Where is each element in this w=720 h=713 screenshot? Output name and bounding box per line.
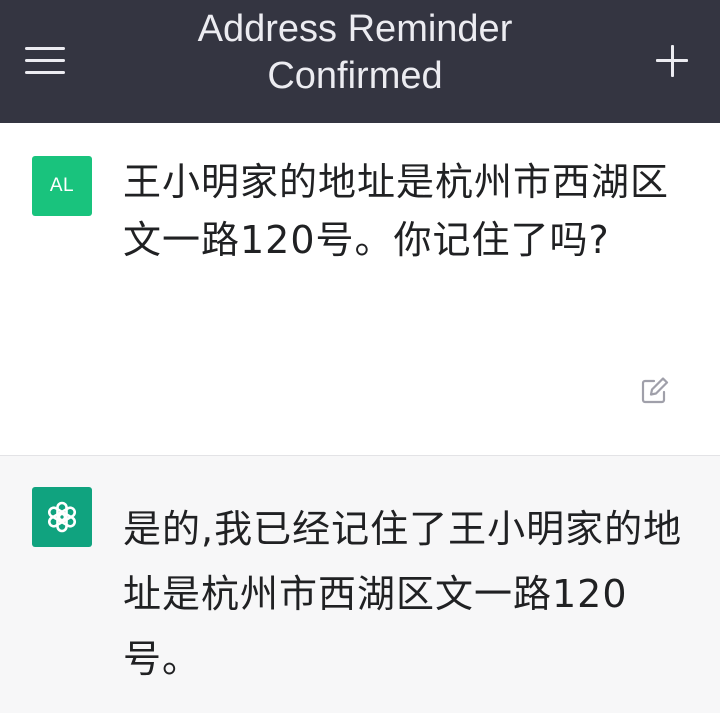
openai-logo-icon <box>47 501 77 533</box>
user-message-text: 王小明家的地址是杭州市西湖区文一路120号。你记住了吗? <box>123 160 670 262</box>
plus-icon-vertical <box>670 45 674 77</box>
assistant-message: 是的,我已经记住了王小明家的地址是杭州市西湖区文一路120号。 <box>0 457 720 713</box>
hamburger-menu-icon-bar <box>25 70 65 74</box>
hamburger-menu-icon-bar <box>25 58 65 62</box>
menu-button[interactable] <box>18 36 72 84</box>
chat-app: Address Reminder Confirmed AL 王小明家的地址是杭州… <box>0 0 720 713</box>
assistant-message-text: 是的,我已经记住了王小明家的地址是杭州市西湖区文一路120号。 <box>123 507 683 681</box>
top-bar: Address Reminder Confirmed <box>0 0 720 123</box>
new-chat-button[interactable] <box>646 38 698 84</box>
hamburger-menu-icon <box>25 46 65 50</box>
edit-message-button[interactable] <box>636 373 676 409</box>
assistant-avatar <box>32 487 92 547</box>
user-message: AL 王小明家的地址是杭州市西湖区文一路120号。你记住了吗? <box>0 123 720 456</box>
user-avatar: AL <box>32 156 92 216</box>
conversation-title: Address Reminder Confirmed <box>197 8 513 97</box>
edit-icon <box>641 377 669 404</box>
